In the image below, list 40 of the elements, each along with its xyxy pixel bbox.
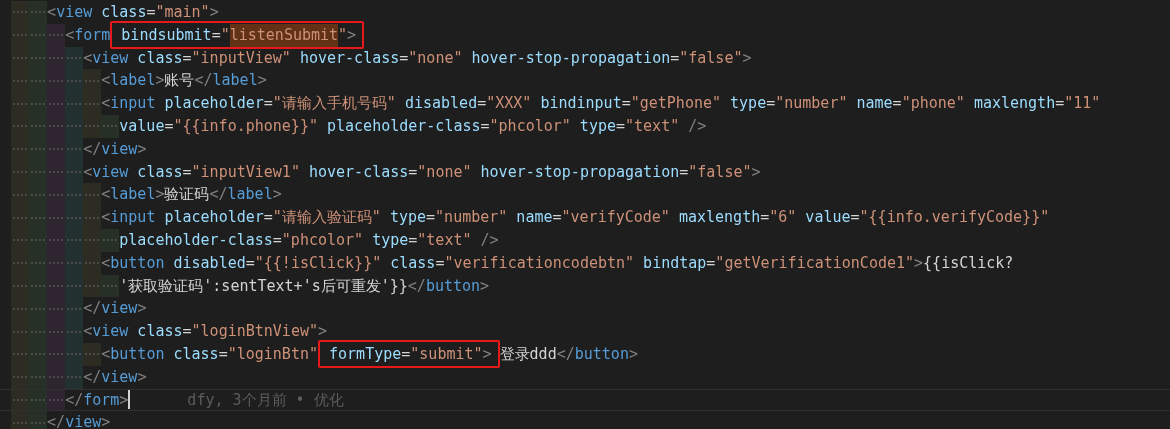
- indent-guide: [83, 115, 102, 138]
- code-text: <form: [65, 24, 111, 46]
- code-text: placeholder-class="phcolor" type="text" />: [119, 229, 499, 251]
- indent-guide: [101, 274, 120, 298]
- indent-guide: [101, 228, 120, 252]
- code-text: </view>: [83, 138, 147, 160]
- indent-guide: [101, 115, 120, 138]
- code-text: <view class="inputView" hover-class="none" hover-stop-propagation="false">: [83, 47, 752, 69]
- code-text: </form>: [65, 389, 129, 411]
- indent-guide: [83, 69, 102, 93]
- code-text: <button class="loginBtn": [101, 343, 318, 365]
- code-text: </view>: [47, 412, 111, 429]
- indent-guide: [11, 1, 30, 24]
- indent-guide: [83, 342, 102, 366]
- code-text: <label>账号</label>: [101, 70, 267, 92]
- code-text: <view class="loginBtnView">: [83, 321, 328, 343]
- indent-guide: [11, 365, 30, 389]
- indent-guide: [29, 1, 48, 24]
- highlight-box: bindsubmit="listenSubmit">: [110, 21, 365, 50]
- indent-guide: [65, 46, 84, 70]
- indent-guide: [11, 411, 30, 429]
- code-text: <view class="inputView1" hover-class="none" hover-stop-propagation="false">: [83, 161, 761, 183]
- indent-guide: [83, 274, 102, 298]
- code-text: <view class="main">: [47, 2, 219, 23]
- indent-guide: [47, 23, 66, 47]
- code-text: '获取验证码':sentText+'s后可重发'}}</button>: [119, 275, 490, 297]
- code-text: value="{{info.phone}}" placeholder-class="phcolor" type="text" />: [119, 116, 707, 137]
- indent-guide: [83, 183, 102, 207]
- code-text: 登录ddd</button>: [499, 343, 638, 365]
- highlight-box: formType="submit">: [318, 340, 500, 369]
- code-text: </view>: [83, 366, 147, 388]
- blame-annotation: dfy, 3个月前 • 优化: [187, 389, 344, 411]
- indent-guide: [65, 365, 84, 389]
- code-text: <input placeholder="请输入验证码" type="number" name="verifyCode" maxlength="6" value="{{info.verifyCode}}": [101, 207, 1050, 229]
- indent-guide: [11, 389, 30, 411]
- code-text: <label>验证码</label>: [101, 184, 282, 206]
- code-text: <button disabled="{{!isClick}}" class="verificationcodebtn" bindtap="getVerificationCode1">{{isClick?: [101, 252, 1014, 274]
- code-text: </view>: [83, 298, 147, 320]
- code-text: <input placeholder="请输入手机号码" disabled="XXX" bindinput="getPhone" type="number" name="phone" maxlength="11": [101, 93, 1101, 115]
- text-cursor: [128, 390, 131, 410]
